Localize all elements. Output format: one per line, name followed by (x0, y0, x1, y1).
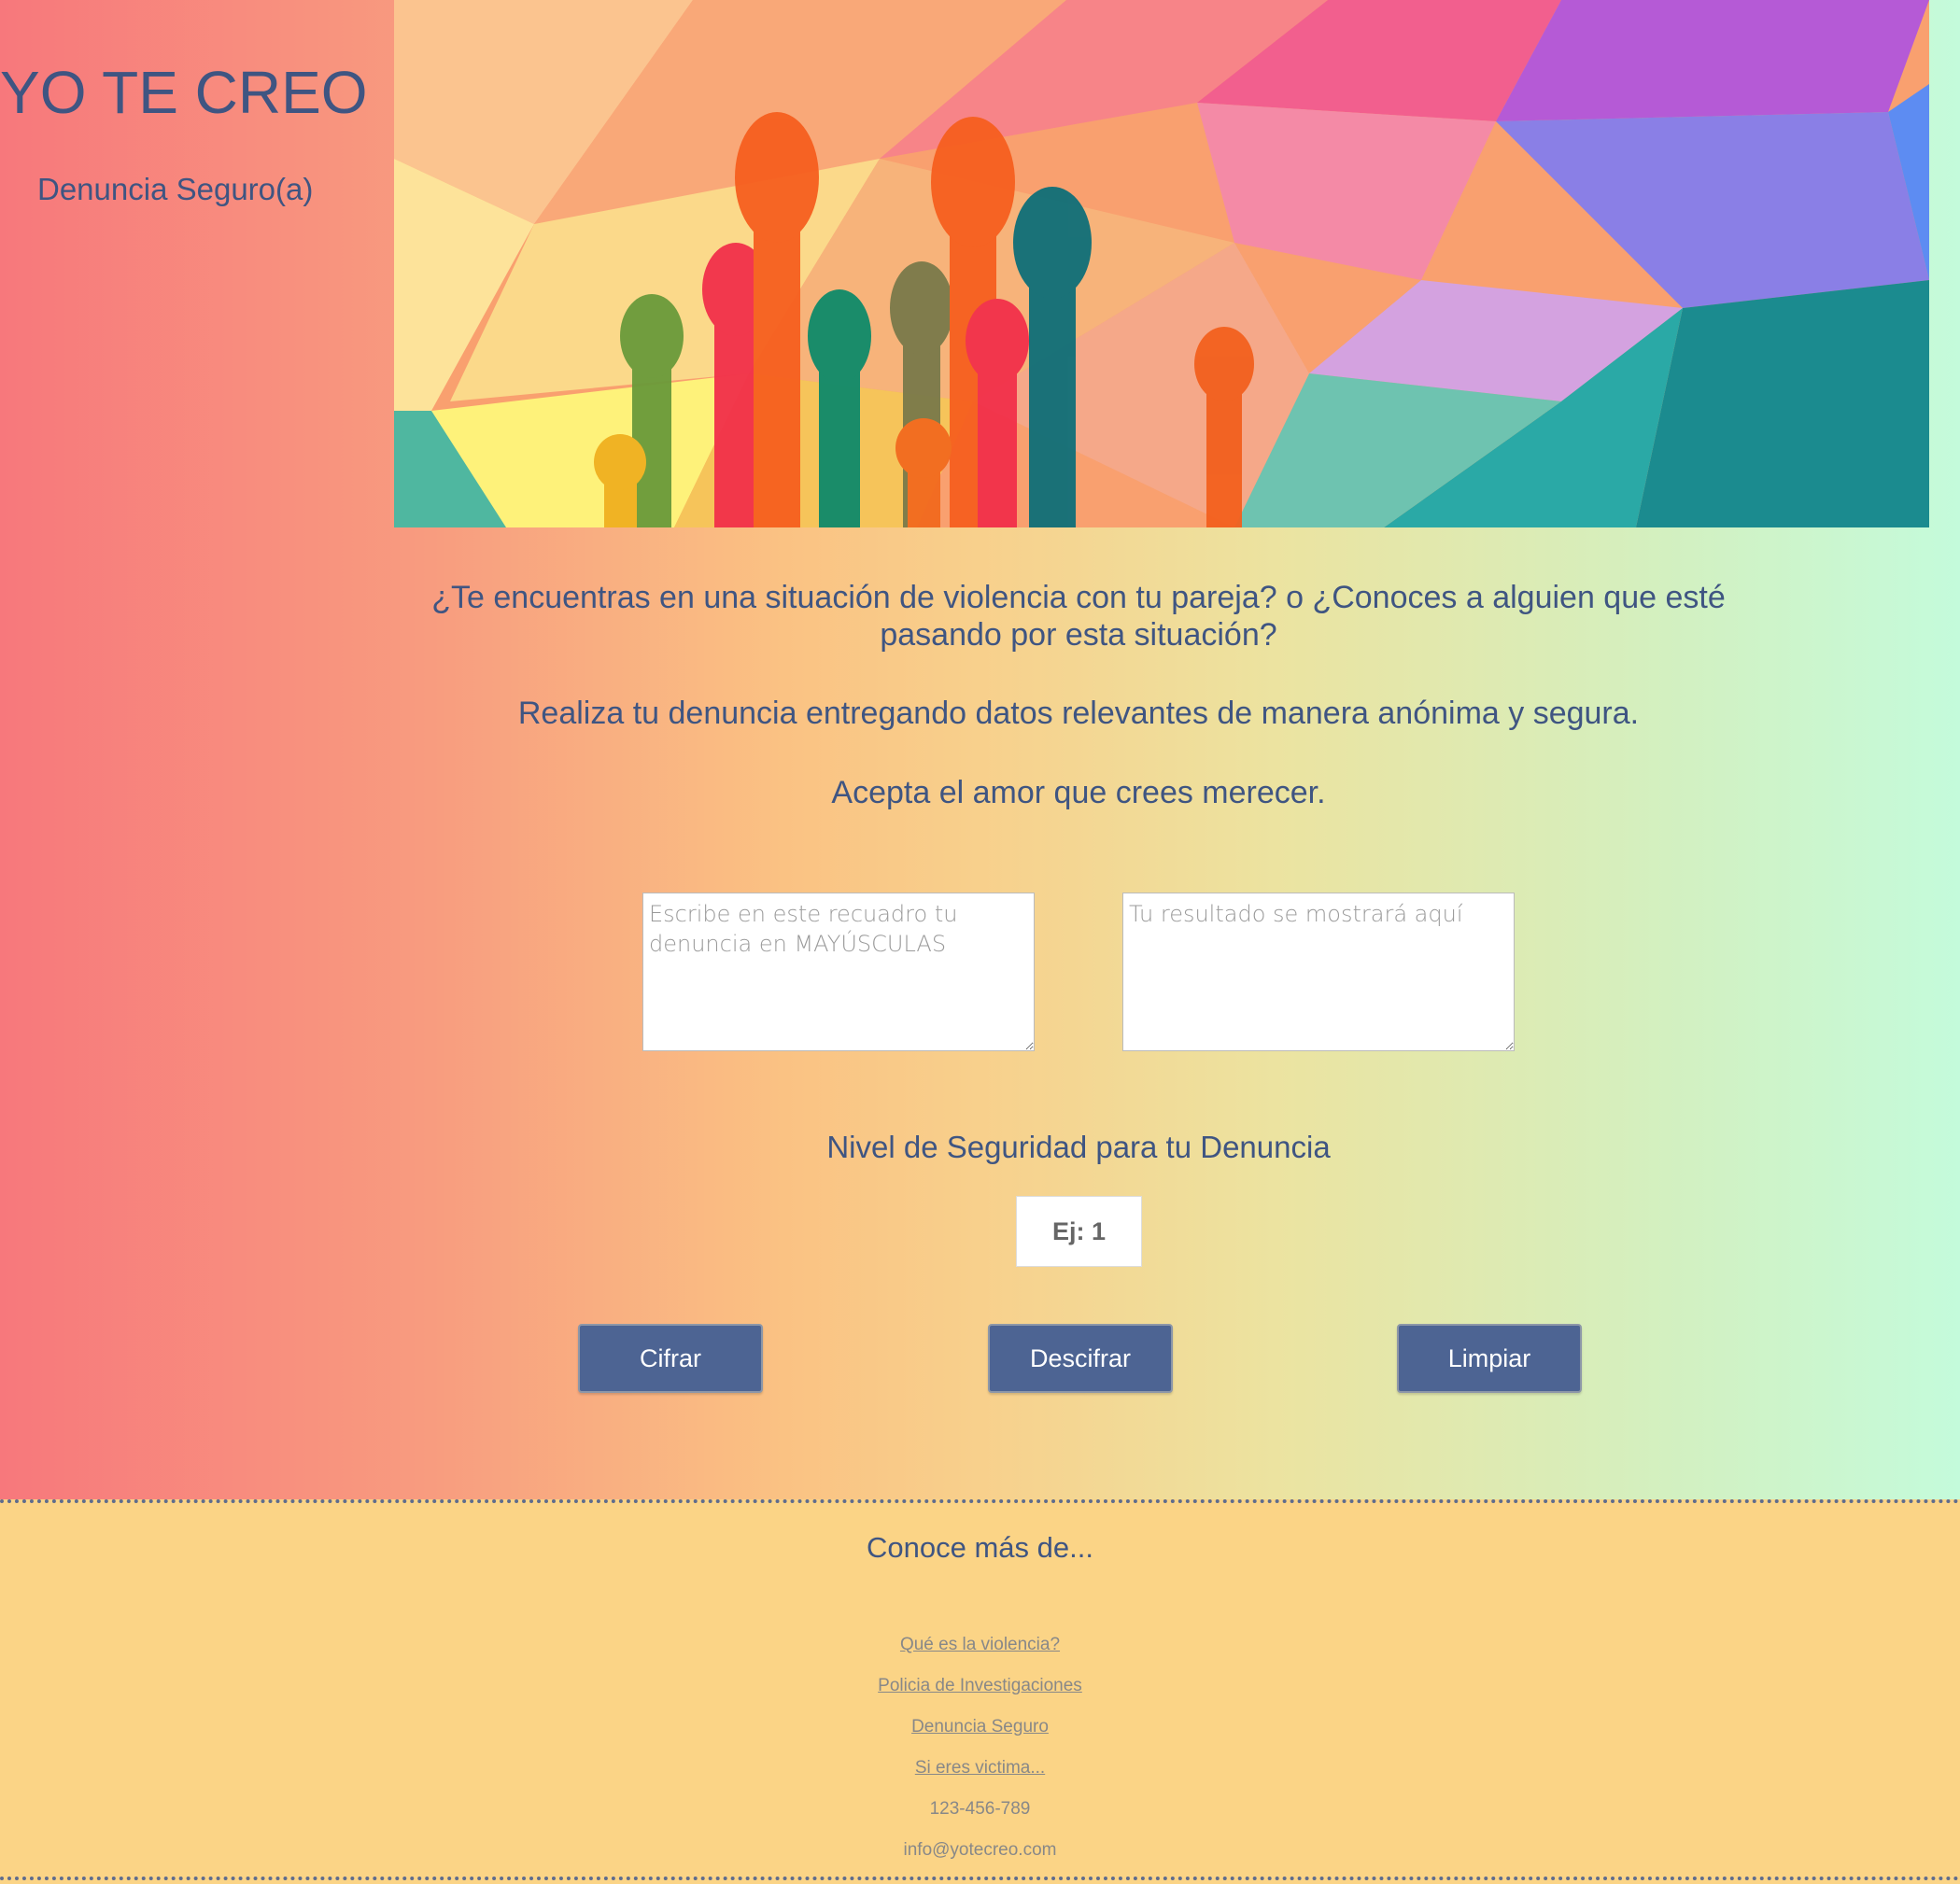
footer-phone: 123-456-789 (929, 1799, 1031, 1819)
decrypt-button[interactable]: Descifrar (988, 1324, 1173, 1393)
footer-link-police[interactable]: Policia de Investigaciones (0, 1666, 1960, 1707)
main-section: YO TE CREO Denuncia Seguro(a) ¿Te encuen… (0, 0, 1960, 1501)
footer-link-victim[interactable]: Si eres victima... (0, 1748, 1960, 1789)
footer-link-report[interactable]: Denuncia Seguro (0, 1707, 1960, 1748)
intro-accept-text: Acepta el amor que crees merecer. (831, 775, 1326, 810)
hero-banner-image (394, 0, 1929, 527)
intro-report-text: Realiza tu denuncia entregando datos rel… (517, 696, 1640, 731)
footer-links: Qué es la violencia? Policia de Investig… (0, 1624, 1960, 1871)
complaint-input[interactable] (642, 893, 1035, 1051)
brand-title: YO TE CREO (0, 59, 368, 126)
encrypt-button[interactable]: Cifrar (578, 1324, 763, 1393)
footer-email: info@yotecreo.com (903, 1840, 1057, 1860)
clear-button[interactable]: Limpiar (1397, 1324, 1582, 1393)
footer-title: Conoce más de... (867, 1531, 1093, 1564)
security-level-input[interactable] (1016, 1196, 1142, 1267)
intro-question: ¿Te encuentras en una situación de viole… (431, 580, 1726, 653)
security-level-label: Nivel de Seguridad para tu Denuncia (826, 1130, 1331, 1164)
brand-subtitle: Denuncia Seguro(a) (37, 172, 314, 206)
footer-link-violence[interactable]: Qué es la violencia? (0, 1624, 1960, 1666)
footer: Conoce más de... Qué es la violencia? Po… (0, 1499, 1960, 1880)
result-output[interactable] (1122, 893, 1515, 1051)
